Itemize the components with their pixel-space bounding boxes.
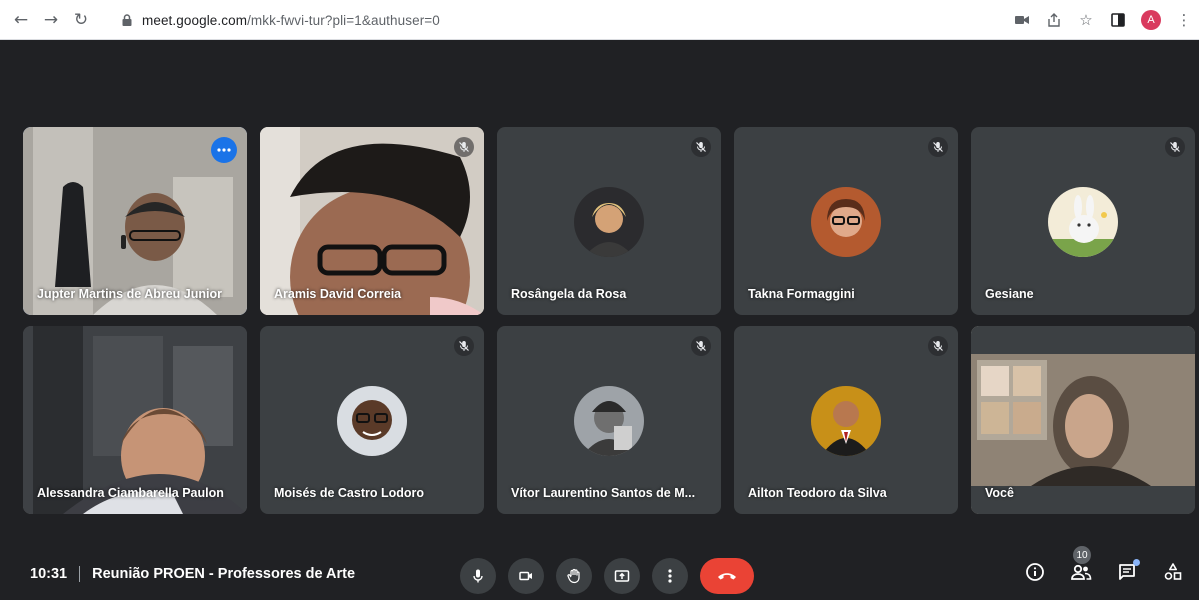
- meeting-title: Reunião PROEN - Professores de Arte: [92, 566, 356, 582]
- participant-tile[interactable]: Gesiane: [971, 127, 1195, 315]
- notification-dot: [1133, 559, 1140, 566]
- info-icon: [1026, 563, 1044, 581]
- forward-arrow-icon[interactable]: →: [40, 9, 62, 31]
- avatar: [811, 386, 881, 456]
- side-panel-icon[interactable]: [1109, 11, 1127, 29]
- avatar: [811, 187, 881, 257]
- participant-tile[interactable]: Moisés de Castro Lodoro: [260, 326, 484, 514]
- participant-tile[interactable]: Rosângela da Rosa: [497, 127, 721, 315]
- share-icon[interactable]: [1045, 11, 1063, 29]
- avatar: [1048, 187, 1118, 257]
- meeting-details: 10:31 Reunião PROEN - Professores de Art…: [30, 566, 355, 582]
- people-button[interactable]: 10: [1069, 546, 1093, 584]
- mic-button[interactable]: [460, 558, 496, 594]
- participant-name: Alessandra Ciambarella Paulon: [37, 486, 224, 500]
- phone-hangup-icon: [718, 573, 736, 580]
- participant-tile[interactable]: Aramis David Correia: [260, 127, 484, 315]
- participant-tile[interactable]: Takna Formaggini: [734, 127, 958, 315]
- participant-tile[interactable]: Vítor Laurentino Santos de M...: [497, 326, 721, 514]
- participant-tile[interactable]: Você: [971, 326, 1195, 514]
- info-button[interactable]: [1023, 560, 1047, 584]
- more-options-button[interactable]: [211, 137, 237, 163]
- participant-name: Vítor Laurentino Santos de M...: [511, 486, 696, 500]
- mic-off-icon: [454, 137, 474, 157]
- present-icon: [614, 570, 630, 582]
- side-controls: 10: [1023, 546, 1185, 584]
- avatar: [574, 187, 644, 257]
- participant-name: Ailton Teodoro da Silva: [748, 486, 887, 500]
- more-vert-icon[interactable]: ⋮: [1175, 11, 1193, 29]
- mic-off-icon: [691, 336, 711, 356]
- mic-off-icon: [928, 137, 948, 157]
- more-vert-icon: [668, 569, 672, 583]
- people-icon: [1071, 564, 1092, 580]
- mic-off-icon: [1165, 137, 1185, 157]
- meeting-time: 10:31: [30, 566, 68, 582]
- participant-name: Aramis David Correia: [274, 287, 402, 301]
- url-text: meet.google.com/mkk-fwvi-tur?pli=1&authu…: [142, 13, 440, 28]
- lock-icon: [122, 14, 132, 26]
- avatar: [574, 386, 644, 456]
- participant-name: Rosângela da Rosa: [511, 287, 627, 301]
- more-options-button[interactable]: [652, 558, 688, 594]
- participant-name: Jupter Martins de Abreu Junior: [37, 287, 222, 301]
- participant-tile[interactable]: Alessandra Ciambarella Paulon: [23, 326, 247, 514]
- participant-name: Gesiane: [985, 287, 1034, 301]
- present-button[interactable]: [604, 558, 640, 594]
- reload-icon[interactable]: ↻: [70, 9, 92, 31]
- participant-name: Moisés de Castro Lodoro: [274, 486, 425, 500]
- activities-button[interactable]: [1161, 560, 1185, 584]
- camera-icon: [519, 571, 532, 581]
- divider: [79, 566, 81, 582]
- camera-in-use-icon[interactable]: [1013, 11, 1031, 29]
- participant-name: Você: [985, 486, 1014, 500]
- mic-off-icon: [691, 137, 711, 157]
- participant-tile[interactable]: Jupter Martins de Abreu Junior: [23, 127, 247, 315]
- participant-name: Takna Formaggini: [748, 287, 855, 301]
- participant-tile[interactable]: Ailton Teodoro da Silva: [734, 326, 958, 514]
- browser-toolbar: ← → ↻ meet.google.com/mkk-fwvi-tur?pli=1…: [0, 0, 1199, 40]
- address-bar[interactable]: meet.google.com/mkk-fwvi-tur?pli=1&authu…: [110, 6, 1010, 34]
- mic-off-icon: [928, 336, 948, 356]
- mic-off-icon: [454, 336, 474, 356]
- participant-count-badge: 10: [1073, 546, 1091, 564]
- hand-icon: [567, 568, 580, 584]
- call-controls: [460, 558, 754, 594]
- back-arrow-icon[interactable]: ←: [10, 9, 32, 31]
- raise-hand-button[interactable]: [556, 558, 592, 594]
- leave-call-button[interactable]: [700, 558, 754, 594]
- bookmark-star-icon[interactable]: ☆: [1077, 11, 1095, 29]
- activities-icon: [1164, 563, 1182, 580]
- profile-avatar[interactable]: A: [1141, 10, 1161, 30]
- camera-button[interactable]: [508, 558, 544, 594]
- mic-icon: [473, 569, 483, 583]
- chat-button[interactable]: [1115, 559, 1140, 584]
- url-path: /mkk-fwvi-tur?pli=1&authuser=0: [247, 12, 440, 28]
- more-horiz-icon: [217, 148, 231, 152]
- avatar: [337, 386, 407, 456]
- url-host: meet.google.com: [142, 12, 248, 28]
